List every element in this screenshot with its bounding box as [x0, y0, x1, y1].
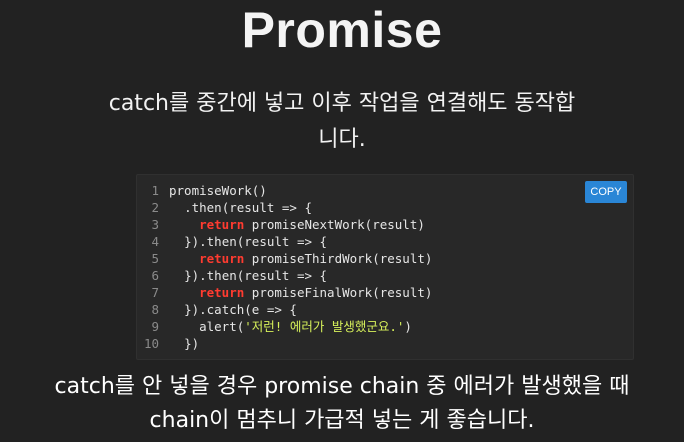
code-token: alert(	[199, 319, 245, 334]
code-line: 9 alert('저런! 에러가 발생했군요.')	[137, 318, 432, 335]
video-caption: catch를 안 넣을 경우 promise chain 중 에러가 발생했을 …	[0, 370, 684, 438]
line-number: 2	[151, 200, 159, 215]
string-token: '저런! 에러가 발생했군요.'	[244, 319, 405, 334]
code-token: .then(result => {	[184, 200, 312, 215]
line-number: 8	[151, 302, 159, 317]
code-block: 1 promiseWork() 2 .then(result => {3 retur…	[136, 174, 634, 360]
keyword-token: return	[199, 217, 245, 232]
code-line: 8 }).catch(e => {	[137, 301, 432, 318]
code-text: })	[169, 335, 199, 352]
code-text: }).then(result => {	[169, 233, 327, 250]
line-number: 4	[151, 234, 159, 249]
line-number: 3	[151, 217, 159, 232]
description-line-2: 니다.	[318, 127, 366, 152]
code-token: })	[184, 336, 200, 351]
slide-title: Promise	[241, 2, 443, 58]
code-text: }).catch(e => {	[169, 301, 297, 318]
line-number: 7	[151, 285, 159, 300]
line-number: 5	[151, 251, 159, 266]
code-text: .then(result => {	[169, 199, 312, 216]
slide-description: catch를 중간에 넣고 이후 작업을 연결해도 동작합 니다.	[80, 86, 604, 158]
code-token: promiseThirdWork(result)	[244, 251, 433, 266]
code-line: 10 })	[137, 335, 432, 352]
code-line: 4 }).then(result => {	[137, 233, 432, 250]
code-token: promiseNextWork(result)	[244, 217, 425, 232]
code-token: promiseFinalWork(result)	[244, 285, 433, 300]
code-line: 2 .then(result => {	[137, 199, 432, 216]
code-text: promiseWork()	[169, 182, 267, 199]
code-line: 7 return promiseFinalWork(result)	[137, 284, 432, 301]
code-token: promiseWork()	[169, 183, 267, 198]
line-number: 1	[151, 183, 159, 198]
copy-button[interactable]: COPY	[585, 181, 627, 203]
line-number: 10	[143, 336, 159, 351]
code-line: 1 promiseWork()	[137, 182, 432, 199]
code-line: 5 return promiseThirdWork(result)	[137, 250, 432, 267]
code-line: 6 }).then(result => {	[137, 267, 432, 284]
code-line: 3 return promiseNextWork(result)	[137, 216, 432, 233]
keyword-token: return	[199, 285, 245, 300]
code-text: alert('저런! 에러가 발생했군요.')	[169, 318, 412, 335]
code-text: }).then(result => {	[169, 267, 327, 284]
code-lines: 1 promiseWork() 2 .then(result => {3 retur…	[137, 182, 432, 352]
code-token: )	[404, 319, 412, 334]
line-number: 6	[151, 268, 159, 283]
code-token: }).then(result => {	[184, 268, 328, 283]
caption-line-1: catch를 안 넣을 경우 promise chain 중 에러가 발생했을 …	[54, 374, 630, 399]
keyword-token: return	[199, 251, 245, 266]
code-token: }).catch(e => {	[184, 302, 297, 317]
caption-line-2: chain이 멈추니 가급적 넣는 게 좋습니다.	[149, 408, 535, 433]
code-text: return promiseNextWork(result)	[169, 216, 425, 233]
code-text: return promiseThirdWork(result)	[169, 250, 432, 267]
code-text: return promiseFinalWork(result)	[169, 284, 432, 301]
description-line-1: catch를 중간에 넣고 이후 작업을 연결해도 동작합	[108, 91, 576, 116]
line-number: 9	[151, 319, 159, 334]
code-token: }).then(result => {	[184, 234, 328, 249]
